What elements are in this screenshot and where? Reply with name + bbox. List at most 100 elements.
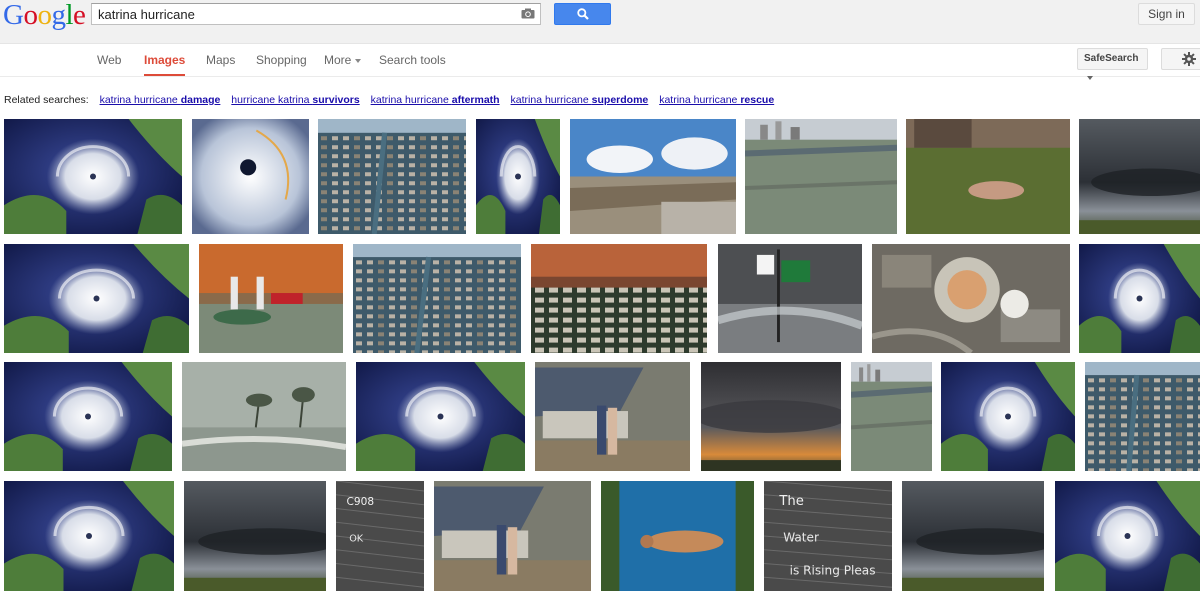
logo-letter: g	[51, 0, 66, 31]
image-result-thumbnail[interactable]	[192, 119, 309, 234]
image-result-thumbnail[interactable]	[1085, 362, 1200, 471]
image-result-thumbnail[interactable]	[718, 244, 862, 353]
image-result-picture	[318, 119, 466, 234]
image-result-picture	[902, 481, 1044, 591]
image-result-picture	[1079, 244, 1200, 353]
image-result-thumbnail[interactable]: The Water is Rising Pleas	[764, 481, 892, 591]
image-result-picture	[941, 362, 1075, 471]
image-result-thumbnail[interactable]	[434, 481, 591, 591]
related-link-damage[interactable]: katrina hurricane damage	[100, 94, 221, 106]
related-link-survivors[interactable]: hurricane katrina survivors	[231, 94, 359, 106]
image-result-thumbnail[interactable]	[184, 481, 326, 591]
logo-letter: l	[65, 0, 74, 31]
settings-button[interactable]	[1161, 48, 1200, 70]
image-result-picture: C908 OK	[336, 481, 424, 591]
image-result-thumbnail[interactable]	[476, 119, 560, 234]
image-result-thumbnail[interactable]	[535, 362, 690, 471]
image-result-thumbnail[interactable]	[570, 119, 736, 234]
image-result-picture	[535, 362, 690, 471]
image-result-thumbnail[interactable]	[4, 119, 182, 234]
image-result-picture	[906, 119, 1070, 234]
image-result-picture	[718, 244, 862, 353]
image-result-picture	[184, 481, 326, 591]
search-button[interactable]	[554, 3, 611, 25]
search-box[interactable]	[91, 3, 541, 25]
image-result-thumbnail[interactable]	[745, 119, 897, 234]
related-link-aftermath[interactable]: katrina hurricane aftermath	[371, 94, 500, 106]
top-bar: Google Sign in	[0, 0, 1200, 44]
tab-maps[interactable]: Maps	[206, 53, 235, 75]
image-result-picture	[1085, 362, 1200, 471]
related-link-superdome[interactable]: katrina hurricane superdome	[511, 94, 649, 106]
image-result-picture	[1079, 119, 1200, 234]
image-result-thumbnail[interactable]	[182, 362, 346, 471]
image-result-picture	[570, 119, 736, 234]
image-result-picture	[531, 244, 707, 353]
image-result-picture	[476, 119, 560, 234]
image-result-picture	[199, 244, 343, 353]
svg-text:The: The	[778, 494, 804, 509]
image-result-picture	[356, 362, 525, 471]
search-nav-bar: Web Images Maps Shopping More Search too…	[0, 44, 1200, 81]
image-result-thumbnail[interactable]	[318, 119, 466, 234]
sign-in-button[interactable]: Sign in	[1138, 3, 1195, 25]
image-result-thumbnail[interactable]	[1079, 119, 1200, 234]
svg-text:is Rising Pleas: is Rising Pleas	[790, 564, 876, 578]
logo-letter: e	[73, 0, 86, 31]
tab-images[interactable]: Images	[144, 53, 186, 76]
tab-search-tools[interactable]: Search tools	[379, 53, 446, 75]
chevron-down-icon	[1087, 76, 1093, 81]
image-result-picture	[4, 362, 172, 471]
chevron-down-icon	[355, 58, 362, 63]
related-link-rescue[interactable]: katrina hurricane rescue	[659, 94, 774, 106]
image-result-picture	[601, 481, 754, 591]
image-result-thumbnail[interactable]	[199, 244, 343, 353]
image-result-picture	[745, 119, 897, 234]
tab-more-label: More	[324, 53, 352, 67]
image-result-thumbnail[interactable]: C908 OK	[336, 481, 424, 591]
camera-icon[interactable]	[521, 8, 535, 19]
image-result-thumbnail[interactable]	[902, 481, 1044, 591]
tab-more[interactable]: More	[324, 53, 362, 75]
safesearch-button[interactable]: SafeSearch	[1077, 48, 1148, 81]
logo-letter: o	[23, 0, 38, 31]
image-result-picture	[851, 362, 932, 471]
image-result-thumbnail[interactable]	[851, 362, 932, 471]
related-searches-label: Related searches:	[4, 94, 89, 106]
image-result-picture	[4, 481, 174, 591]
image-result-thumbnail[interactable]	[4, 481, 174, 591]
image-result-picture	[1055, 481, 1200, 591]
image-result-thumbnail[interactable]	[601, 481, 754, 591]
image-result-picture: The Water is Rising Pleas	[764, 481, 892, 591]
svg-text:C908: C908	[347, 496, 375, 508]
image-result-picture	[434, 481, 591, 591]
svg-text:OK: OK	[349, 534, 364, 545]
logo-letter: o	[37, 0, 52, 31]
image-result-thumbnail[interactable]	[701, 362, 841, 471]
tab-web[interactable]: Web	[97, 53, 121, 75]
gear-icon	[1182, 52, 1196, 66]
image-result-thumbnail[interactable]	[531, 244, 707, 353]
tab-shopping[interactable]: Shopping	[256, 53, 307, 75]
image-result-thumbnail[interactable]	[1055, 481, 1200, 591]
image-result-thumbnail[interactable]	[941, 362, 1075, 471]
google-logo[interactable]: Google	[3, 0, 86, 31]
logo-letter: G	[3, 0, 24, 31]
search-input[interactable]	[98, 6, 508, 22]
image-result-picture	[701, 362, 841, 471]
image-result-thumbnail[interactable]	[353, 244, 521, 353]
image-result-picture	[192, 119, 309, 234]
image-result-thumbnail[interactable]	[1079, 244, 1200, 353]
image-result-picture	[872, 244, 1070, 353]
image-result-picture	[182, 362, 346, 471]
safesearch-label: SafeSearch	[1084, 53, 1139, 64]
image-result-picture	[4, 244, 189, 353]
image-result-thumbnail[interactable]	[4, 244, 189, 353]
image-result-thumbnail[interactable]	[356, 362, 525, 471]
image-result-thumbnail[interactable]	[4, 362, 172, 471]
related-searches: Related searches: katrina hurricane dama…	[4, 94, 774, 106]
image-result-picture	[353, 244, 521, 353]
image-result-thumbnail[interactable]	[872, 244, 1070, 353]
image-result-thumbnail[interactable]	[906, 119, 1070, 234]
svg-text:Water: Water	[783, 531, 819, 545]
